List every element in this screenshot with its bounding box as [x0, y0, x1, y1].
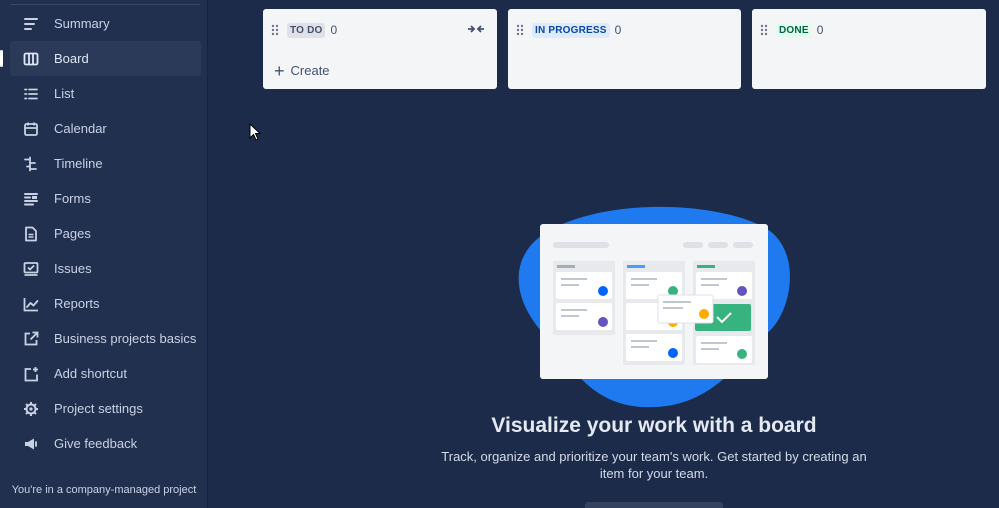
sidebar-item-label: Board [54, 51, 89, 66]
sidebar-item-label: Summary [54, 16, 110, 31]
empty-state-title: Visualize your work with a board [491, 414, 817, 437]
column-header: IN PROGRESS 0 [516, 22, 621, 38]
column-header: DONE 0 [760, 22, 823, 38]
sidebar-item-summary[interactable]: Summary [10, 6, 201, 41]
reports-icon [22, 295, 40, 313]
empty-state-description: Track, organize and prioritize your team… [441, 449, 867, 481]
issue-count: 0 [330, 23, 338, 37]
sidebar-item-business-projects-basics[interactable]: Business projects basics [10, 321, 201, 356]
sidebar-item-label: Calendar [54, 121, 107, 136]
sidebar-item-label: Business projects basics [54, 331, 197, 346]
sidebar-item-list[interactable]: List [10, 76, 201, 111]
column-header: TO DO 0 [271, 22, 337, 38]
drag-handle-icon[interactable] [271, 24, 279, 36]
drag-handle-icon[interactable] [760, 24, 768, 36]
sidebar-divider [10, 4, 200, 5]
board-illustration [518, 206, 790, 408]
sidebar-item-label: Project settings [54, 401, 143, 416]
summary-icon [22, 15, 40, 33]
external-link-icon [22, 330, 40, 348]
sidebar-item-label: Timeline [54, 156, 103, 171]
issues-icon [22, 260, 40, 278]
list-icon [22, 85, 40, 103]
pages-icon [22, 225, 40, 243]
sidebar-item-calendar[interactable]: Calendar [10, 111, 201, 146]
project-sidebar: Summary Board List Calendar Timeline For… [0, 0, 208, 508]
sidebar-item-pages[interactable]: Pages [10, 216, 201, 251]
gear-icon [22, 400, 40, 418]
timeline-icon [22, 155, 40, 173]
sidebar-item-label: Give feedback [54, 436, 138, 451]
megaphone-icon [22, 435, 40, 453]
sidebar-item-label: List [54, 86, 75, 101]
sidebar-item-label: Reports [54, 296, 100, 311]
sidebar-item-reports[interactable]: Reports [10, 286, 201, 321]
board-column-todo[interactable]: TO DO 0 + Create [263, 9, 497, 89]
sidebar-item-label: Forms [54, 191, 91, 206]
collapse-column-icon[interactable] [467, 23, 485, 35]
board-column-done[interactable]: DONE 0 [752, 9, 986, 89]
empty-state-action-button[interactable] [585, 502, 723, 508]
calendar-icon [22, 120, 40, 138]
forms-icon [22, 190, 40, 208]
sidebar-item-label: Pages [54, 226, 91, 241]
sidebar-nav: Summary Board List Calendar Timeline For… [0, 6, 201, 461]
create-issue-button[interactable]: + Create [274, 60, 330, 81]
status-badge: IN PROGRESS [532, 22, 610, 38]
status-badge: TO DO [287, 22, 326, 38]
board-column-in-progress[interactable]: IN PROGRESS 0 [508, 9, 741, 89]
create-label: Create [290, 63, 330, 78]
sidebar-item-forms[interactable]: Forms [10, 181, 201, 216]
sidebar-item-label: Issues [54, 261, 92, 276]
sidebar-item-label: Add shortcut [54, 366, 127, 381]
sidebar-item-timeline[interactable]: Timeline [10, 146, 201, 181]
sidebar-item-issues[interactable]: Issues [10, 251, 201, 286]
board-icon [22, 50, 40, 68]
sidebar-item-board[interactable]: Board [0, 41, 201, 76]
mouse-cursor-icon [249, 123, 261, 141]
project-type-footer: You're in a company-managed project [11, 484, 197, 496]
sidebar-item-project-settings[interactable]: Project settings [10, 391, 201, 426]
status-badge: DONE [776, 22, 812, 38]
issue-count: 0 [816, 23, 824, 37]
add-shortcut-icon [22, 365, 40, 383]
sidebar-item-add-shortcut[interactable]: Add shortcut [10, 356, 201, 391]
issue-count: 0 [614, 23, 622, 37]
sidebar-item-give-feedback[interactable]: Give feedback [10, 426, 201, 461]
plus-icon: + [274, 60, 285, 81]
drag-handle-icon[interactable] [516, 24, 524, 36]
